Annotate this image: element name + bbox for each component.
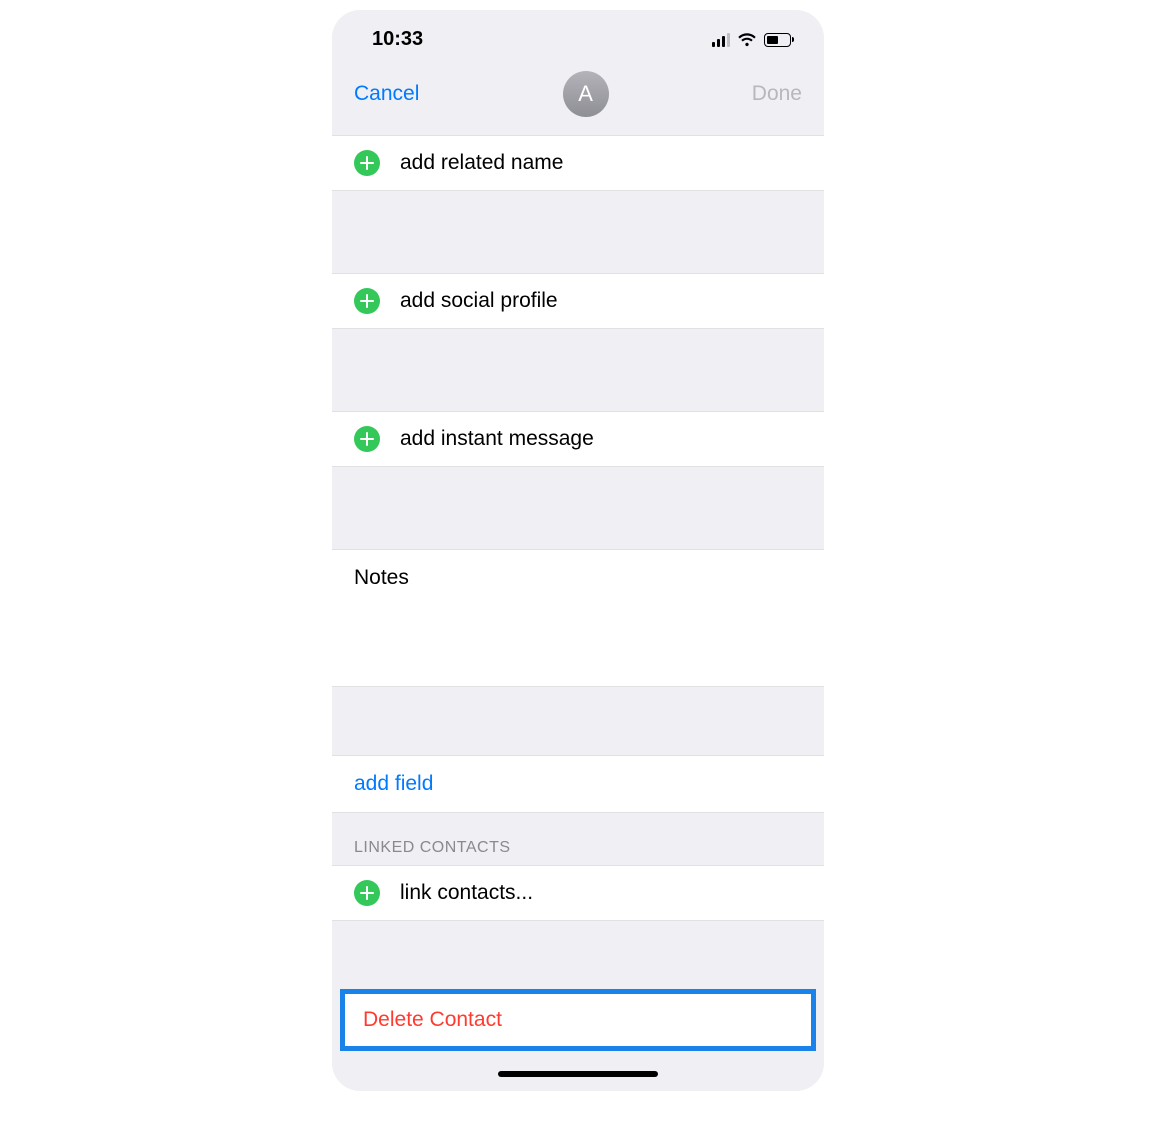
delete-contact-label: Delete Contact bbox=[363, 1008, 502, 1031]
add-social-profile-row[interactable]: add social profile bbox=[332, 273, 824, 329]
add-related-name-row[interactable]: add related name bbox=[332, 135, 824, 191]
row-label: link contacts... bbox=[400, 881, 533, 905]
plus-icon bbox=[354, 880, 380, 906]
nav-header: Cancel A Done bbox=[332, 59, 824, 135]
spacer bbox=[332, 687, 824, 755]
wifi-icon bbox=[737, 33, 757, 47]
row-label: add related name bbox=[400, 151, 563, 175]
plus-icon bbox=[354, 288, 380, 314]
status-bar: 10:33 bbox=[332, 10, 824, 59]
status-indicators bbox=[712, 33, 794, 47]
cancel-button[interactable]: Cancel bbox=[354, 82, 419, 106]
notes-field[interactable]: Notes bbox=[332, 549, 824, 687]
battery-icon bbox=[764, 33, 794, 47]
spacer bbox=[332, 467, 824, 549]
cellular-signal-icon bbox=[712, 33, 730, 47]
spacer bbox=[332, 329, 824, 411]
done-button[interactable]: Done bbox=[752, 82, 802, 106]
add-field-label: add field bbox=[354, 772, 433, 795]
delete-contact-button[interactable]: Delete Contact bbox=[340, 989, 816, 1051]
row-label: add social profile bbox=[400, 289, 558, 313]
linked-contacts-header: LINKED CONTACTS bbox=[332, 813, 824, 865]
add-field-row[interactable]: add field bbox=[332, 755, 824, 813]
home-indicator[interactable] bbox=[498, 1071, 658, 1077]
plus-icon bbox=[354, 150, 380, 176]
link-contacts-row[interactable]: link contacts... bbox=[332, 865, 824, 921]
spacer bbox=[332, 191, 824, 273]
add-instant-message-row[interactable]: add instant message bbox=[332, 411, 824, 467]
phone-frame: 10:33 Cancel A Done add related name bbox=[332, 10, 824, 1091]
status-time: 10:33 bbox=[372, 28, 423, 51]
contact-avatar[interactable]: A bbox=[563, 71, 609, 117]
plus-icon bbox=[354, 426, 380, 452]
row-label: add instant message bbox=[400, 427, 594, 451]
notes-label: Notes bbox=[354, 566, 409, 589]
spacer bbox=[332, 921, 824, 989]
avatar-initial: A bbox=[578, 81, 593, 107]
